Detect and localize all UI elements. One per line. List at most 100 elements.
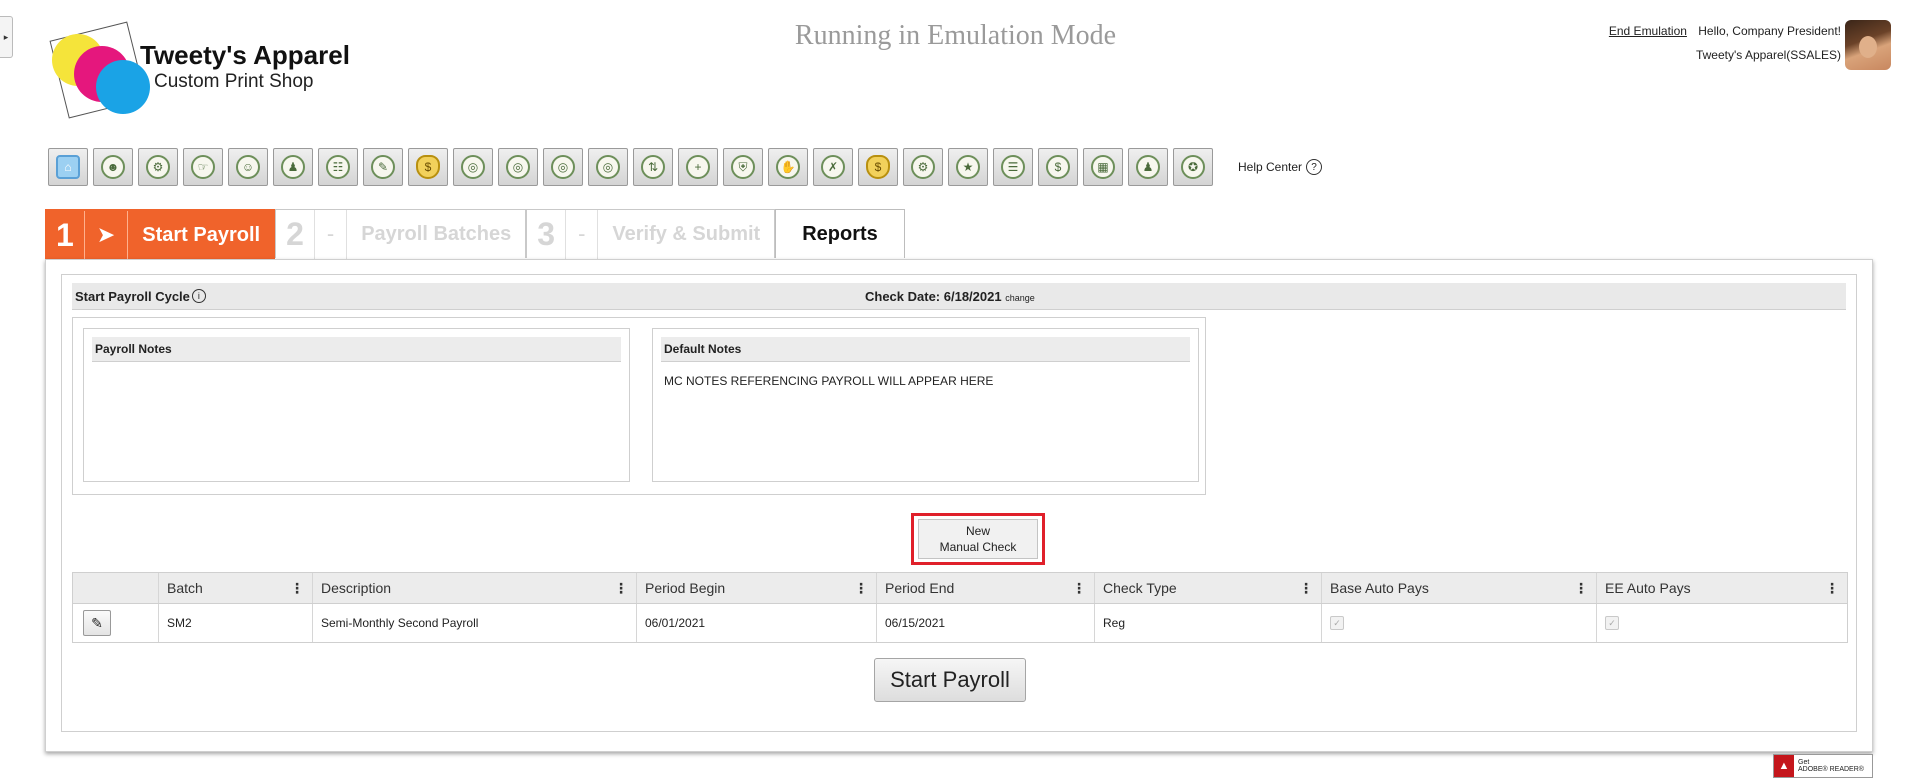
get-adobe-reader-badge[interactable]: ▲ Get ADOBE® READER® xyxy=(1773,754,1873,778)
toolbar-button-16[interactable]: ⛨ xyxy=(723,148,763,186)
start-payroll-button[interactable]: Start Payroll xyxy=(874,658,1026,702)
toolbar-button-15[interactable]: + xyxy=(678,148,718,186)
column-header-batch[interactable]: Batch ⋮ xyxy=(159,573,313,603)
team-icon: ♟ xyxy=(1136,155,1160,179)
team-icon: ♟ xyxy=(281,155,305,179)
info-icon[interactable]: i xyxy=(191,289,206,303)
notes-section: Payroll Notes Default Notes MC NOTES REF… xyxy=(72,317,1206,495)
step-label: Reports xyxy=(802,222,878,245)
tab-reports[interactable]: Reports xyxy=(775,209,905,258)
tab-start-payroll[interactable]: 1 ➤ Start Payroll xyxy=(45,209,276,260)
group-icon: ☺ xyxy=(236,155,260,179)
column-menu-icon[interactable]: ⋮ xyxy=(1574,580,1588,597)
column-menu-icon[interactable]: ⋮ xyxy=(1072,580,1086,597)
document-icon: ✎ xyxy=(371,155,395,179)
toolbar-button-6[interactable]: ♟ xyxy=(273,148,313,186)
base-auto-pays-checkbox: ✓ xyxy=(1330,616,1344,630)
default-notes-body: MC NOTES REFERENCING PAYROLL WILL APPEAR… xyxy=(664,374,994,388)
avatar[interactable] xyxy=(1845,20,1891,70)
toolbar-button-7[interactable]: ☷ xyxy=(318,148,358,186)
person-remove-icon: ✗ xyxy=(821,155,845,179)
column-menu-icon[interactable]: ⋮ xyxy=(290,580,304,597)
base-auto-pays-cell: ✓ xyxy=(1322,604,1597,642)
home-button[interactable]: ⌂ xyxy=(48,148,88,186)
toolbar-button-22[interactable]: ☰ xyxy=(993,148,1033,186)
column-header-ee-auto-pays[interactable]: EE Auto Pays ⋮ xyxy=(1597,573,1847,603)
help-center-link[interactable]: Help Center ? xyxy=(1238,159,1323,175)
toolbar-button-25[interactable]: ♟ xyxy=(1128,148,1168,186)
toolbar-button-23[interactable]: $ xyxy=(1038,148,1078,186)
user-greeting: Hello, Company President! xyxy=(1698,24,1841,38)
toolbar-button-2[interactable]: ☻ xyxy=(93,148,133,186)
period-begin-cell: 06/01/2021 xyxy=(637,604,877,642)
tab-payroll-batches: 2 - Payroll Batches xyxy=(275,209,527,259)
column-menu-icon[interactable]: ⋮ xyxy=(1825,580,1839,597)
end-emulation-link[interactable]: End Emulation xyxy=(1609,24,1687,38)
toolbar-button-9[interactable]: $ xyxy=(408,148,448,186)
toolbar-button-3[interactable]: ⚙ xyxy=(138,148,178,186)
new-manual-check-button[interactable]: New Manual Check xyxy=(918,519,1038,559)
step-number: 3 xyxy=(537,215,556,252)
home-icon: ⌂ xyxy=(56,155,80,179)
main-panel: Start Payroll Cycle i Check Date: 6/18/2… xyxy=(45,259,1873,752)
column-header-check-type[interactable]: Check Type ⋮ xyxy=(1095,573,1322,603)
period-end-cell: 06/15/2021 xyxy=(877,604,1095,642)
toolbar-button-20[interactable]: ⚙ xyxy=(903,148,943,186)
default-notes-title: Default Notes xyxy=(661,337,1190,362)
toolbar-button-26[interactable]: ✪ xyxy=(1173,148,1213,186)
target-icon: ◎ xyxy=(551,155,575,179)
toolbar-button-14[interactable]: ⇅ xyxy=(633,148,673,186)
column-header-period-end[interactable]: Period End ⋮ xyxy=(877,573,1095,603)
toolbar-button-18[interactable]: ✗ xyxy=(813,148,853,186)
column-header-period-begin[interactable]: Period Begin ⋮ xyxy=(637,573,877,603)
column-label: Check Type xyxy=(1103,580,1177,596)
edit-pencil-icon[interactable]: ✎ xyxy=(83,610,111,636)
manual-check-line2: Manual Check xyxy=(939,540,1017,554)
column-menu-icon[interactable]: ⋮ xyxy=(854,580,868,597)
grid-header-edit xyxy=(73,573,159,603)
org-chart-icon: ☷ xyxy=(326,155,350,179)
toolbar-button-11[interactable]: ◎ xyxy=(498,148,538,186)
person-plus-icon: + xyxy=(686,155,710,179)
column-header-base-auto-pays[interactable]: Base Auto Pays ⋮ xyxy=(1322,573,1597,603)
tab-verify-submit: 3 - Verify & Submit xyxy=(526,209,776,259)
team-settings-icon: ⚙ xyxy=(911,155,935,179)
step-number: 1 xyxy=(56,216,74,253)
adobe-get: Get xyxy=(1798,759,1810,766)
transfer-people-icon: ⇅ xyxy=(641,155,665,179)
table-row[interactable]: ✎ SM2 Semi-Monthly Second Payroll 06/01/… xyxy=(73,604,1847,642)
payroll-steps: 1 ➤ Start Payroll 2 - Payroll Batches 3 … xyxy=(45,209,905,260)
target-icon: ◎ xyxy=(506,155,530,179)
edit-cell: ✎ xyxy=(73,604,159,642)
toolbar-button-21[interactable]: ★ xyxy=(948,148,988,186)
change-check-date-link[interactable]: change xyxy=(1005,293,1035,303)
column-header-description[interactable]: Description ⋮ xyxy=(313,573,637,603)
column-label: Description xyxy=(321,580,392,596)
toolbar-button-13[interactable]: ◎ xyxy=(588,148,628,186)
toolbar-button-12[interactable]: ◎ xyxy=(543,148,583,186)
step-dash: - xyxy=(578,221,586,246)
company-name: Tweety's Apparel(SSALES) xyxy=(1695,48,1841,62)
people-icon: ☻ xyxy=(101,155,125,179)
column-menu-icon[interactable]: ⋮ xyxy=(614,580,628,597)
ee-auto-pays-cell: ✓ xyxy=(1597,604,1847,642)
gift-icon: ▦ xyxy=(1091,155,1115,179)
toolbar-button-4[interactable]: ☞ xyxy=(183,148,223,186)
toolbar-button-10[interactable]: ◎ xyxy=(453,148,493,186)
settings-people-icon: ⚙ xyxy=(146,155,170,179)
toolbar-button-8[interactable]: ✎ xyxy=(363,148,403,186)
column-label: Base Auto Pays xyxy=(1330,580,1429,596)
column-menu-icon[interactable]: ⋮ xyxy=(1299,580,1313,597)
toolbar-button-5[interactable]: ☺ xyxy=(228,148,268,186)
person-star-icon: ★ xyxy=(956,155,980,179)
new-manual-check-highlight: New Manual Check xyxy=(911,513,1045,565)
toolbar-button-24[interactable]: ▦ xyxy=(1083,148,1123,186)
help-center-label: Help Center xyxy=(1238,160,1303,174)
column-label: Period End xyxy=(885,580,955,596)
batch-grid: Batch ⋮ Description ⋮ Period Begin ⋮ Period… xyxy=(72,572,1848,643)
toolbar-button-17[interactable]: ✋ xyxy=(768,148,808,186)
toolbar: ⌂ ☻ ⚙ ☞ ☺ ♟ ☷ ✎ $ ◎ ◎ ◎ ◎ ⇅ + ⛨ ✋ ✗ $ ⚙ … xyxy=(48,148,1323,186)
brand-tagline: Custom Print Shop xyxy=(154,71,314,92)
grid-header: Batch ⋮ Description ⋮ Period Begin ⋮ Period… xyxy=(73,573,1847,604)
toolbar-button-19[interactable]: $ xyxy=(858,148,898,186)
